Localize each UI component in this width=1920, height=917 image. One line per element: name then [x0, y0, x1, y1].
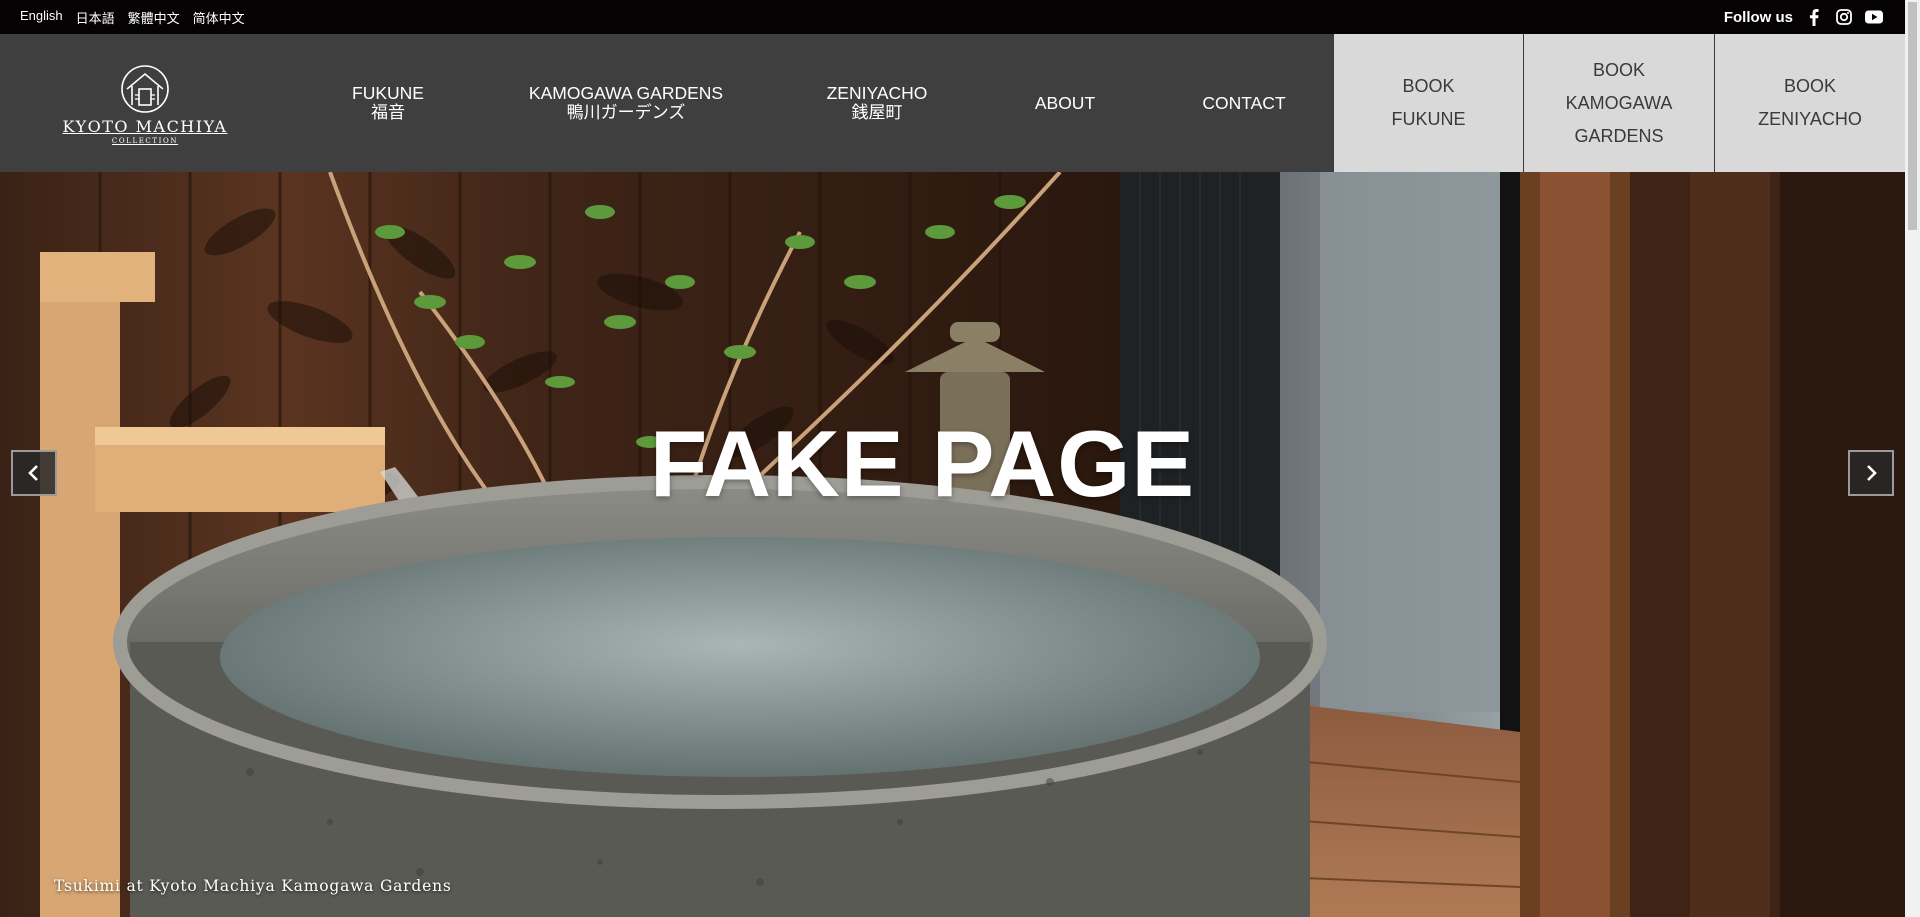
logo-subtitle: COLLECTION: [111, 137, 179, 145]
nav-contact[interactable]: CONTACT: [1202, 93, 1285, 113]
nav-about[interactable]: ABOUT: [1035, 93, 1095, 113]
chevron-right-icon: [1867, 465, 1877, 481]
site-header: KYOTO MACHIYA COLLECTION FUKUNE 福音 KAMOG…: [0, 34, 1905, 172]
book-fukune-button[interactable]: BOOK FUKUNE: [1333, 34, 1523, 172]
hero-caption: Tsukimi at Kyoto Machiya Kamogawa Garden…: [54, 877, 452, 895]
book-buttons: BOOK FUKUNE BOOK KAMOGAWA GARDENS BOOK Z…: [1333, 34, 1905, 172]
page-scrollbar[interactable]: [1905, 0, 1920, 917]
book-kamogawa-line2: KAMOGAWA: [1565, 92, 1673, 113]
follow-us: Follow us: [1724, 8, 1883, 26]
hero-image: [0, 172, 1905, 917]
nav-kamogawa-gardens[interactable]: KAMOGAWA GARDENS 鴨川ガーデンズ: [529, 83, 723, 123]
hero-title: FAKE PAGE: [649, 411, 1196, 516]
scrollbar-thumb[interactable]: [1908, 2, 1917, 230]
nav-kamogawa-label: KAMOGAWA GARDENS: [528, 83, 724, 103]
nav-kamogawa-jp: 鴨川ガーデンズ: [566, 103, 686, 122]
book-fukune-line2: FUKUNE: [1391, 109, 1466, 129]
book-kamogawa-button[interactable]: BOOK KAMOGAWA GARDENS: [1523, 34, 1714, 172]
site-logo[interactable]: KYOTO MACHIYA COLLECTION: [0, 34, 290, 172]
book-fukune-line1: BOOK: [1402, 76, 1455, 96]
hero-slider: FAKE PAGE Tsukimi at Kyoto Machiya Kamog…: [0, 172, 1905, 917]
youtube-icon[interactable]: [1865, 8, 1883, 26]
lang-japanese[interactable]: 日本語: [76, 8, 115, 27]
nav-about-label: ABOUT: [1034, 93, 1096, 113]
nav-fukune-label: FUKUNE: [352, 83, 424, 103]
slider-prev-button[interactable]: [11, 450, 57, 496]
lang-simplified-chinese[interactable]: 简体中文: [193, 8, 245, 27]
follow-us-label: Follow us: [1723, 8, 1793, 26]
lang-traditional-chinese[interactable]: 繁體中文: [128, 8, 180, 27]
nav-zeniyacho-label: ZENIYACHO: [826, 83, 928, 103]
book-zeniyacho-button[interactable]: BOOK ZENIYACHO: [1714, 34, 1905, 172]
book-kamogawa-line1: BOOK: [1592, 59, 1645, 80]
top-bar: English 日本語 繁體中文 简体中文 Follow us: [0, 0, 1905, 34]
machiya-logo-icon: [121, 65, 169, 113]
nav-zeniyacho[interactable]: ZENIYACHO 銭屋町: [827, 83, 928, 123]
facebook-icon[interactable]: [1805, 8, 1823, 26]
book-zeniyacho-line1: BOOK: [1783, 76, 1836, 96]
nav-fukune-jp: 福音: [370, 103, 405, 122]
lang-english[interactable]: English: [20, 8, 63, 27]
book-kamogawa-line3: GARDENS: [1574, 125, 1664, 146]
nav-zeniyacho-jp: 銭屋町: [851, 103, 903, 122]
book-zeniyacho-line2: ZENIYACHO: [1758, 109, 1862, 129]
instagram-icon[interactable]: [1835, 8, 1853, 26]
logo-name: KYOTO MACHIYA: [62, 117, 228, 136]
nav-contact-label: CONTACT: [1202, 93, 1286, 113]
language-selector: English 日本語 繁體中文 简体中文: [20, 8, 245, 27]
chevron-left-icon: [28, 465, 38, 481]
nav-fukune[interactable]: FUKUNE 福音: [352, 83, 424, 123]
slider-next-button[interactable]: [1848, 450, 1894, 496]
